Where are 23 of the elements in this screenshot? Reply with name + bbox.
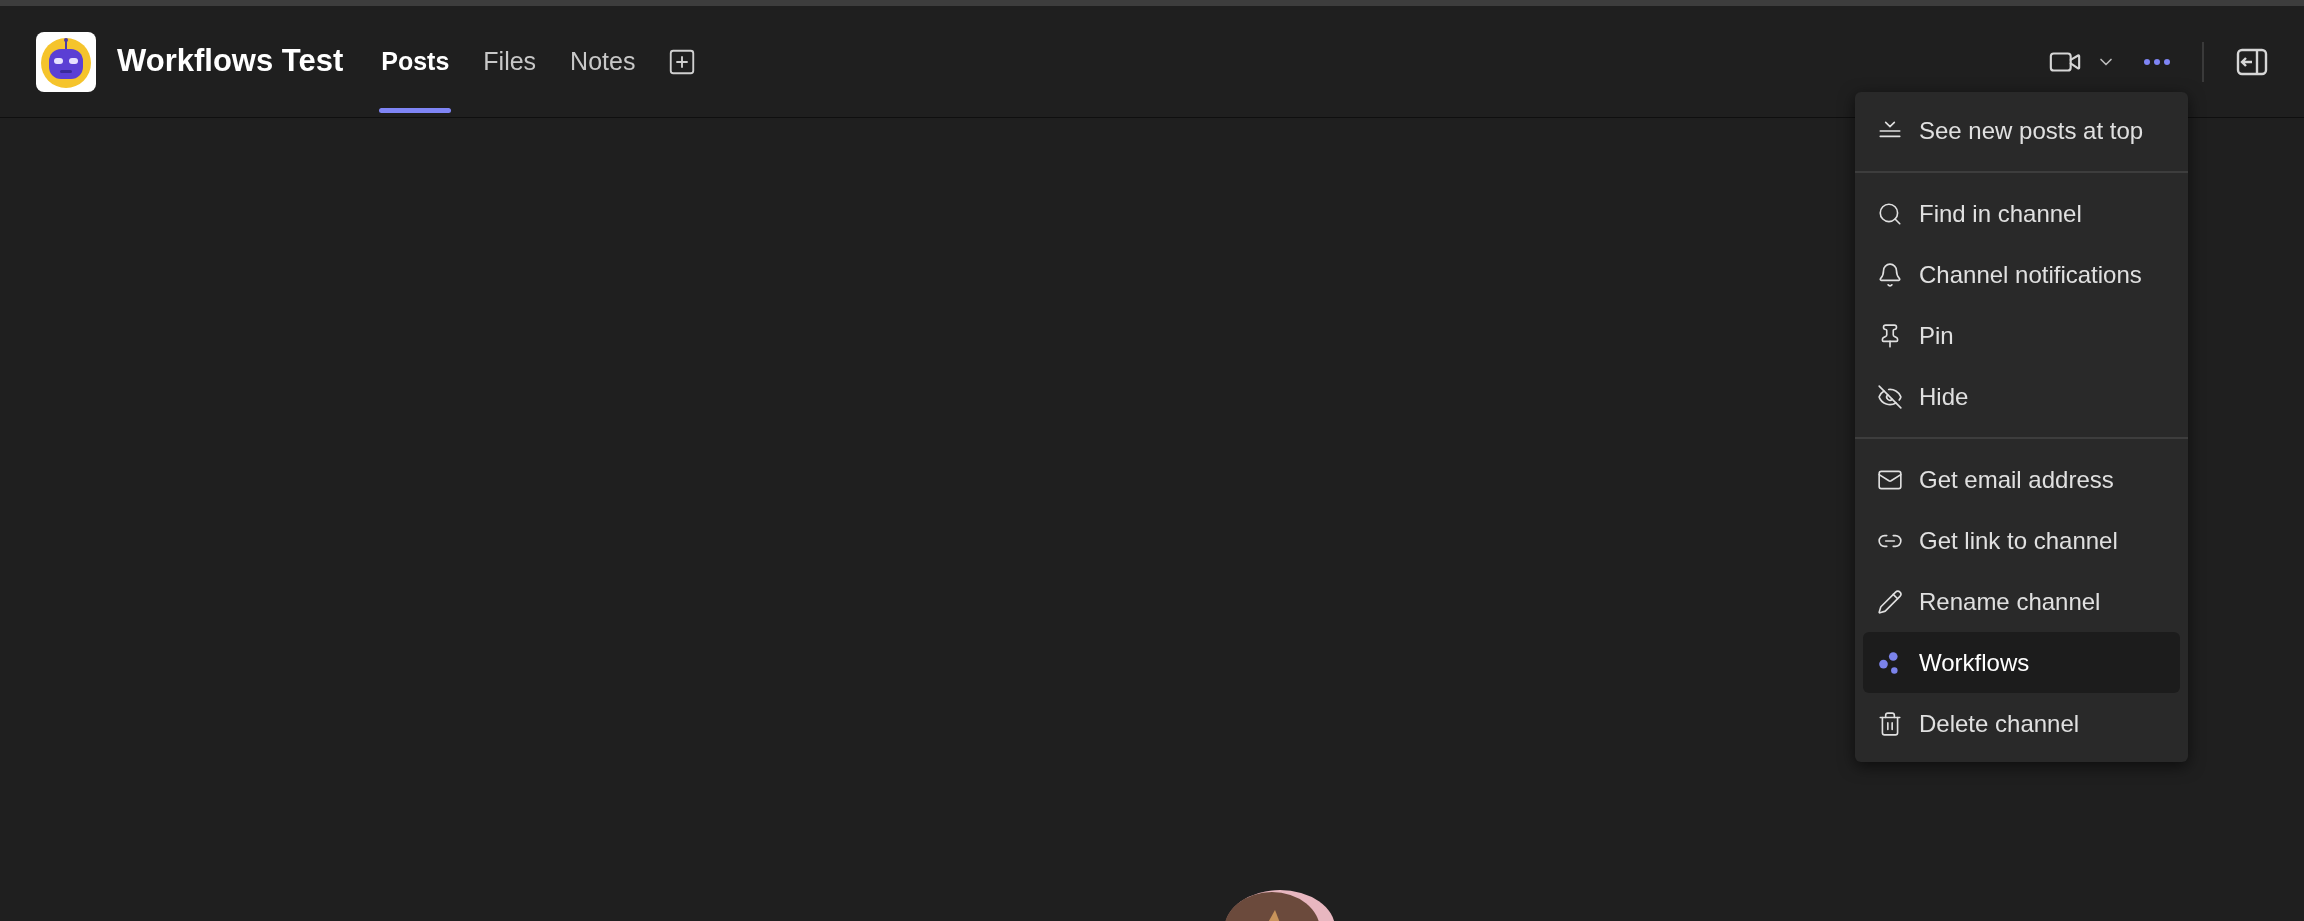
- menu-item[interactable]: Find in channel: [1863, 183, 2180, 244]
- menu-item[interactable]: Get link to channel: [1863, 510, 2180, 571]
- menu-item[interactable]: Rename channel: [1863, 571, 2180, 632]
- menu-item[interactable]: Get email address: [1863, 449, 2180, 510]
- pencil-icon: [1877, 588, 1903, 615]
- menu-item[interactable]: Hide: [1863, 366, 2180, 427]
- bell-icon: [1877, 261, 1903, 288]
- side-panel-icon: [2236, 47, 2268, 76]
- menu-item[interactable]: Pin: [1863, 305, 2180, 366]
- menu-item[interactable]: Channel notifications: [1863, 244, 2180, 305]
- eye-off-icon: [1877, 383, 1903, 410]
- tab[interactable]: Files: [481, 6, 539, 117]
- menu-item[interactable]: Delete channel: [1863, 693, 2180, 754]
- more-icon: [2144, 58, 2170, 65]
- side-panel-button[interactable]: [2236, 47, 2268, 76]
- menu-item[interactable]: See new posts at top: [1863, 100, 2180, 161]
- tab[interactable]: Posts: [379, 6, 452, 117]
- channel-title: Workflows Test: [117, 42, 344, 81]
- tab[interactable]: Notes: [568, 6, 638, 117]
- trash-icon: [1877, 710, 1903, 737]
- bot-logo: [36, 31, 96, 92]
- more-options-button[interactable]: [2144, 58, 2170, 65]
- menu-item[interactable]: Workflows: [1863, 632, 2180, 693]
